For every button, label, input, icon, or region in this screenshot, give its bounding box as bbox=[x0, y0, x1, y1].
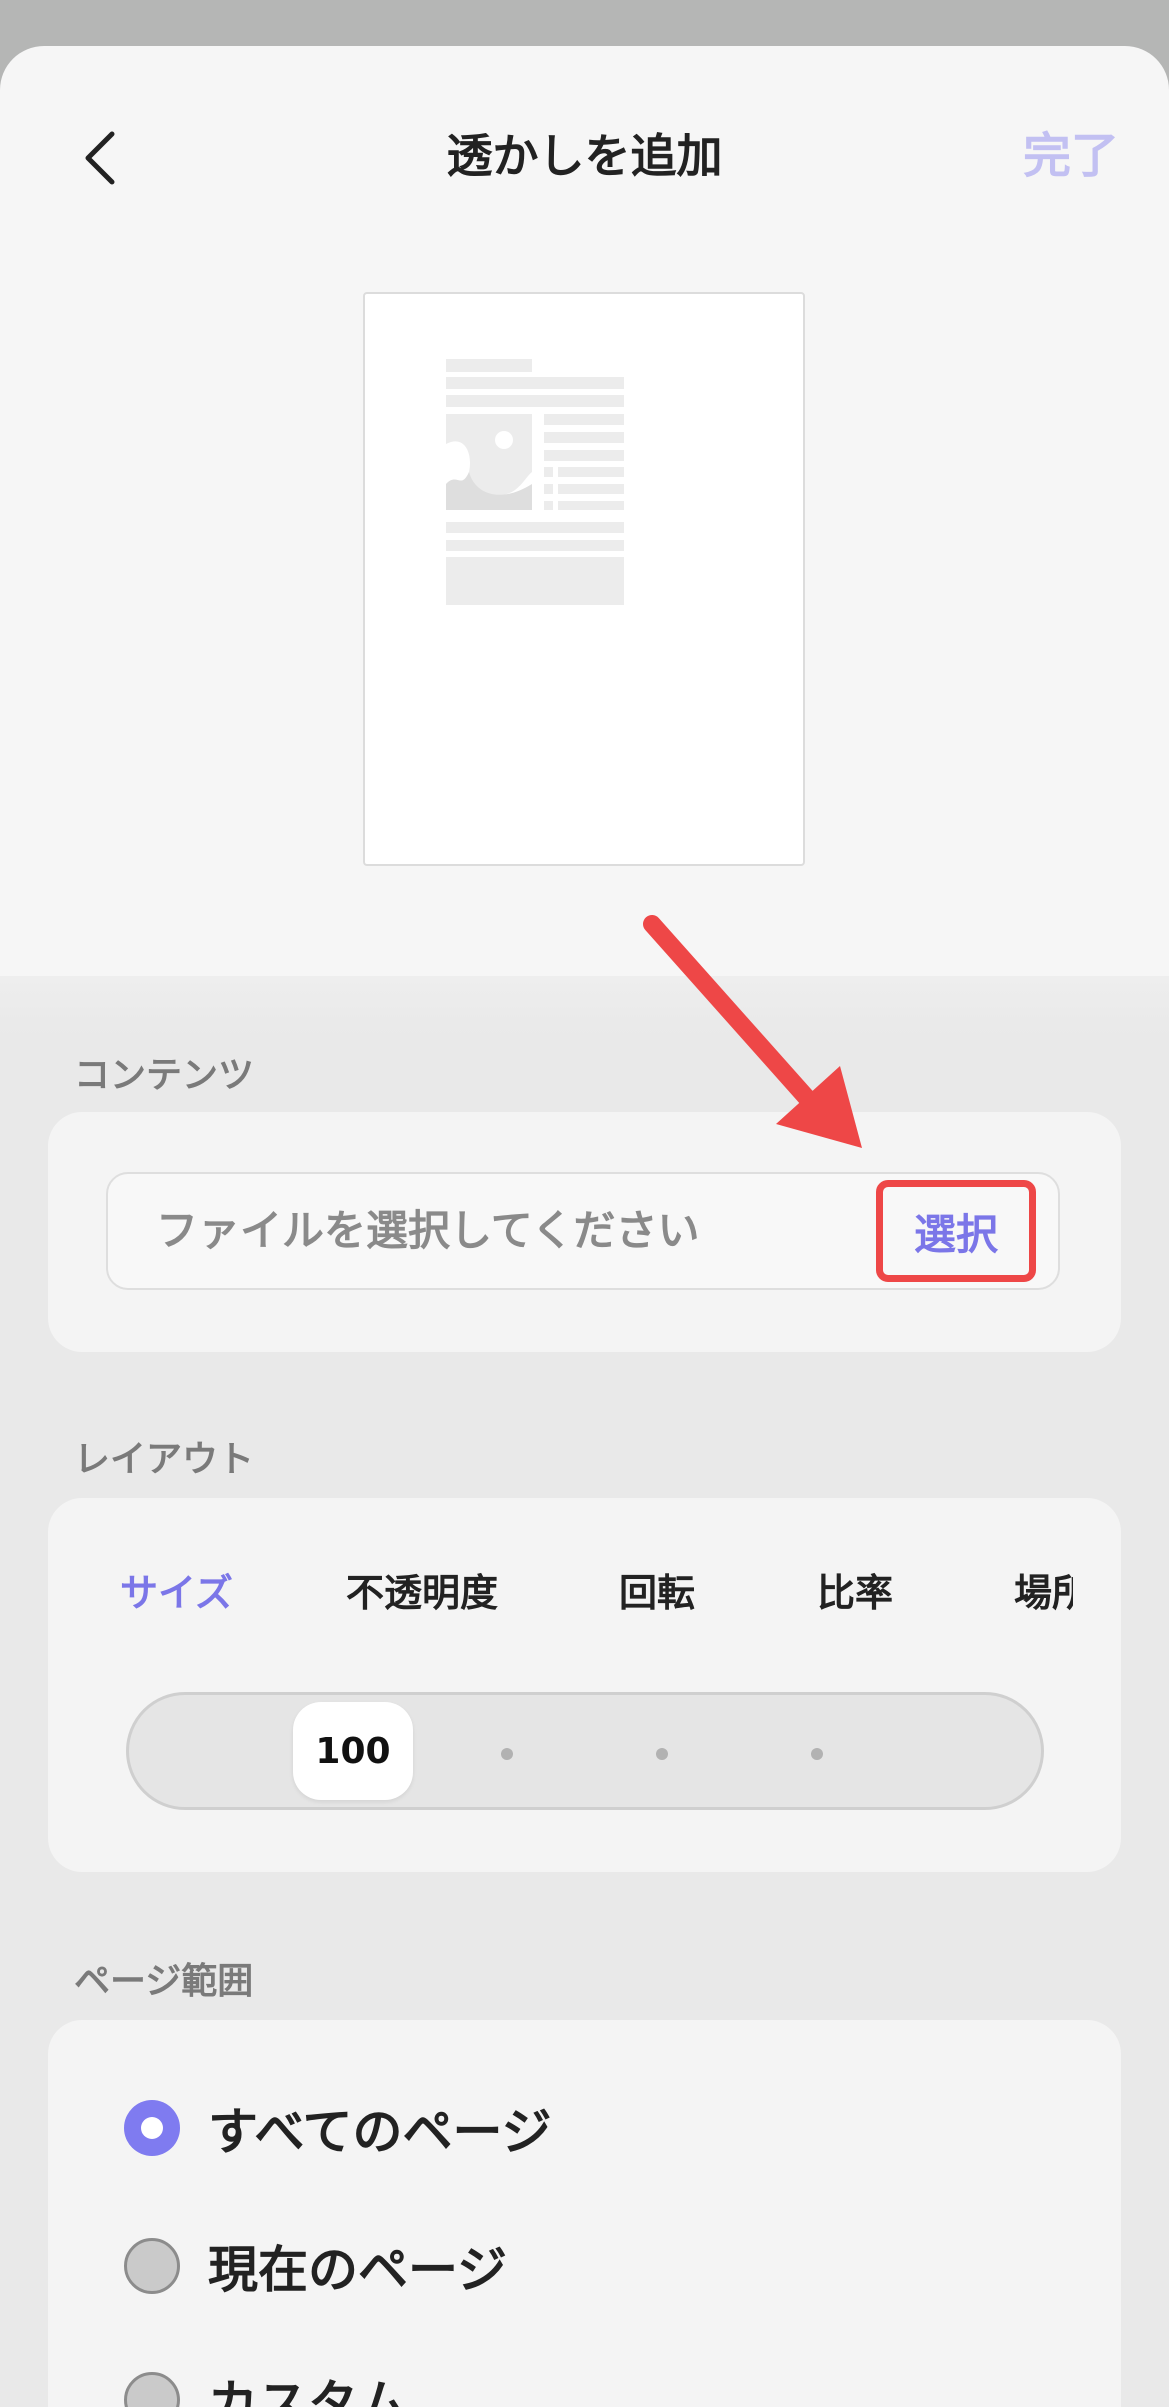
tab-size[interactable]: サイズ bbox=[120, 1558, 233, 1628]
tab-rotation[interactable]: 回転 bbox=[619, 1558, 695, 1628]
option-label: カスタム bbox=[208, 2375, 408, 2407]
size-slider[interactable]: 100 bbox=[126, 1692, 1044, 1810]
radio-selected-icon[interactable] bbox=[124, 2100, 180, 2156]
slider-step-dot bbox=[656, 1748, 668, 1760]
option-all-pages[interactable]: すべてのページ bbox=[124, 2088, 552, 2168]
layout-tabs: サイズ 不透明度 回転 比率 場所 bbox=[48, 1558, 1073, 1628]
page-range-card: すべてのページ 現在のページ カスタム bbox=[48, 2020, 1121, 2407]
page-range-section-label: ページ範囲 bbox=[74, 1961, 254, 2002]
select-file-button[interactable]: 選択 bbox=[876, 1180, 1036, 1282]
page-title: 透かしを追加 bbox=[446, 129, 723, 183]
tab-position[interactable]: 場所 bbox=[1014, 1558, 1073, 1628]
radio-unselected-icon[interactable] bbox=[124, 2238, 180, 2294]
tab-ratio[interactable]: 比率 bbox=[817, 1558, 893, 1628]
slider-step-dot bbox=[811, 1748, 823, 1760]
slider-thumb[interactable]: 100 bbox=[293, 1702, 413, 1800]
tab-opacity[interactable]: 不透明度 bbox=[346, 1558, 498, 1628]
file-placeholder: ファイルを選択してください bbox=[156, 1206, 700, 1255]
option-label: 現在のページ bbox=[208, 2241, 507, 2299]
slider-step-dot bbox=[501, 1748, 513, 1760]
option-current-page[interactable]: 現在のページ bbox=[124, 2226, 507, 2306]
content-section-label: コンテンツ bbox=[74, 1055, 255, 1096]
document-preview bbox=[363, 292, 805, 866]
option-label: すべてのページ bbox=[208, 2103, 552, 2161]
layout-section-label: レイアウト bbox=[74, 1439, 255, 1480]
layout-card: サイズ 不透明度 回転 比率 場所 100 bbox=[48, 1498, 1121, 1872]
radio-unselected-icon[interactable] bbox=[124, 2372, 180, 2407]
content-card: ファイルを選択してください 選択 bbox=[48, 1112, 1121, 1352]
done-button[interactable]: 完了 bbox=[1023, 116, 1119, 196]
file-select-field[interactable]: ファイルを選択してください 選択 bbox=[106, 1172, 1060, 1290]
option-custom[interactable]: カスタム bbox=[124, 2360, 408, 2407]
add-watermark-sheet: 透かしを追加 完了 コンテンツ ファイルを選択してください 選択 レイアウト サ… bbox=[0, 46, 1169, 2407]
document-placeholder-icon bbox=[446, 359, 624, 605]
